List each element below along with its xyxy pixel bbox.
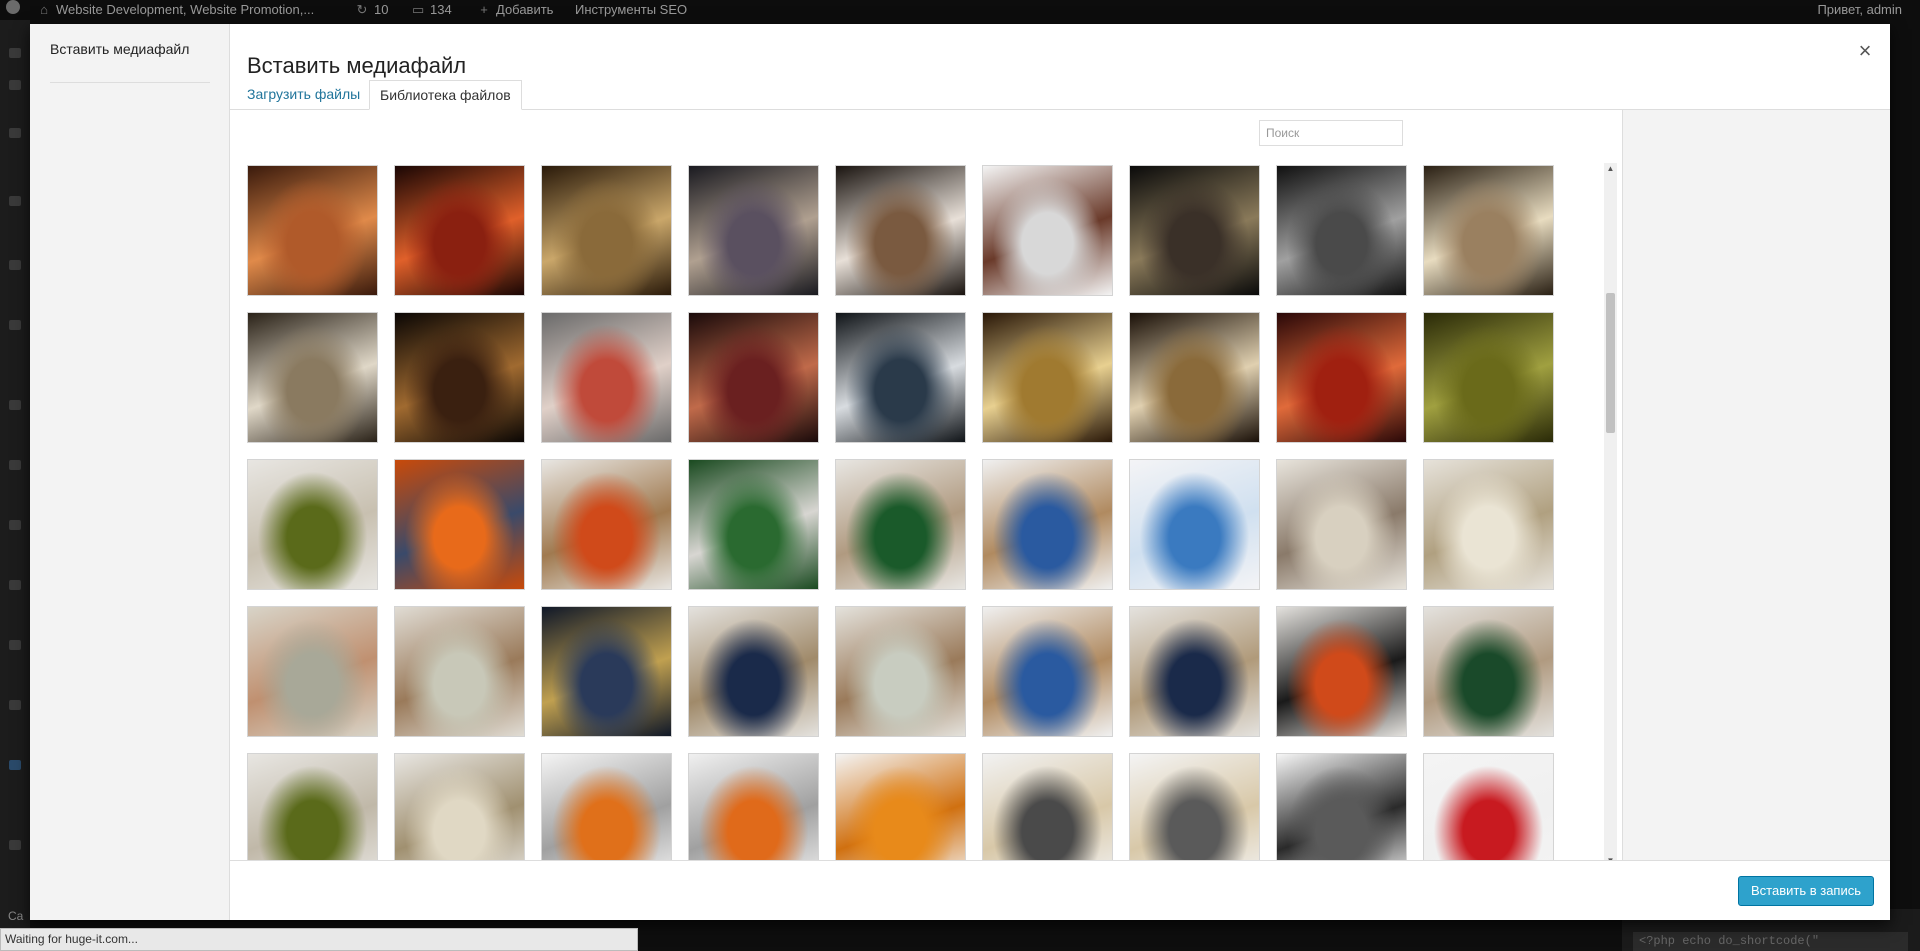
menu-icon xyxy=(9,700,21,710)
attachment-thumbnail[interactable] xyxy=(982,459,1113,590)
seo-tools-label: Инструменты SEO xyxy=(575,2,688,17)
attachment-thumbnail[interactable] xyxy=(1129,459,1260,590)
attachment-thumbnail[interactable] xyxy=(541,606,672,737)
comments-count: 134 xyxy=(430,2,452,17)
menu-separator xyxy=(50,82,210,83)
account-link[interactable]: Привет, admin xyxy=(1817,0,1902,20)
modal-footer-toolbar: Вставить в запись xyxy=(230,860,1890,920)
attachment-thumbnail[interactable] xyxy=(1276,459,1407,590)
updates-link[interactable]: ↻ 10 xyxy=(356,0,389,20)
attachment-thumbnail[interactable] xyxy=(688,606,819,737)
attachment-thumbnail[interactable] xyxy=(1276,753,1407,865)
menu-icon xyxy=(9,80,21,90)
attachment-thumbnail[interactable] xyxy=(541,753,672,865)
attachment-thumbnail[interactable] xyxy=(1129,312,1260,443)
attachment-thumbnail[interactable] xyxy=(247,165,378,296)
menu-icon xyxy=(9,320,21,330)
menu-icon xyxy=(9,520,21,530)
attachment-thumbnail[interactable] xyxy=(394,312,525,443)
updates-count: 10 xyxy=(374,2,389,17)
dashboard-icon xyxy=(9,48,21,58)
admin-bar: ⌂ Website Development, Website Promotion… xyxy=(0,0,1920,20)
attachment-thumbnail[interactable] xyxy=(541,459,672,590)
attachment-thumbnail[interactable] xyxy=(688,459,819,590)
attachment-thumbnail[interactable] xyxy=(1276,165,1407,296)
attachment-thumbnail[interactable] xyxy=(247,753,378,865)
attachment-thumbnail[interactable] xyxy=(835,165,966,296)
attachment-thumbnail[interactable] xyxy=(835,753,966,865)
attachment-thumbnail[interactable] xyxy=(541,165,672,296)
attachment-thumbnail[interactable] xyxy=(247,606,378,737)
menu-icon xyxy=(9,260,21,270)
tab-upload-files[interactable]: Загрузить файлы xyxy=(237,80,370,108)
attachments-toolbar xyxy=(230,110,1620,166)
scroll-up-icon[interactable]: ▲ xyxy=(1604,163,1617,175)
attachment-thumbnail[interactable] xyxy=(1423,312,1554,443)
media-modal: Вставить медиафайл Вставить медиафайл × … xyxy=(30,24,1890,920)
attachment-thumbnail[interactable] xyxy=(394,753,525,865)
attachment-thumbnail[interactable] xyxy=(688,312,819,443)
plus-icon: + xyxy=(480,2,488,17)
scroll-thumb[interactable] xyxy=(1606,293,1615,433)
menu-icon xyxy=(9,640,21,650)
attachment-thumbnail[interactable] xyxy=(688,165,819,296)
attachment-thumbnail[interactable] xyxy=(1129,753,1260,865)
attachment-thumbnail[interactable] xyxy=(1423,753,1554,865)
attachment-thumbnail[interactable] xyxy=(982,165,1113,296)
attachment-thumbnail[interactable] xyxy=(1423,459,1554,590)
comments-link[interactable]: ▭ 134 xyxy=(412,0,452,20)
attachments-scrollbar[interactable]: ▲ ▼ xyxy=(1604,163,1617,867)
menu-icon xyxy=(9,460,21,470)
attachment-thumbnail[interactable] xyxy=(982,753,1113,865)
menu-icon xyxy=(9,400,21,410)
attachment-thumbnail[interactable] xyxy=(394,165,525,296)
router-tabs: Загрузить файлы Библиотека файлов xyxy=(230,74,1890,110)
seo-tools-link[interactable]: Инструменты SEO xyxy=(575,0,687,20)
attachment-thumbnail[interactable] xyxy=(247,312,378,443)
attachment-thumbnail[interactable] xyxy=(1276,606,1407,737)
attachment-thumbnail[interactable] xyxy=(1129,165,1260,296)
browser-status-bar: Waiting for huge-it.com... xyxy=(0,928,638,951)
attachment-thumbnail[interactable] xyxy=(835,606,966,737)
menu-icon xyxy=(9,840,21,850)
media-menu: Вставить медиафайл xyxy=(30,24,230,920)
menu-item-insert-media[interactable]: Вставить медиафайл xyxy=(50,41,189,57)
admin-menu-background xyxy=(0,20,30,951)
add-new-label: Добавить xyxy=(496,2,554,17)
insert-into-post-button[interactable]: Вставить в запись xyxy=(1738,876,1874,906)
updates-icon: ↻ xyxy=(356,2,368,17)
attachment-thumbnail[interactable] xyxy=(541,312,672,443)
attachment-thumbnail[interactable] xyxy=(1423,165,1554,296)
greeting: Привет, admin xyxy=(1817,2,1902,17)
menu-icon xyxy=(9,580,21,590)
menu-icon xyxy=(9,760,21,770)
attachment-thumbnail[interactable] xyxy=(1276,312,1407,443)
comments-icon: ▭ xyxy=(412,2,425,17)
background-text: Ca xyxy=(8,909,24,923)
attachment-details-sidebar xyxy=(1622,110,1890,880)
tab-media-library[interactable]: Библиотека файлов xyxy=(369,80,522,110)
attachment-thumbnail[interactable] xyxy=(982,312,1113,443)
attachment-thumbnail[interactable] xyxy=(247,459,378,590)
attachment-thumbnail[interactable] xyxy=(835,459,966,590)
background-code-snippet: <?php echo do_shortcode(" xyxy=(1633,932,1908,951)
wordpress-logo-icon[interactable] xyxy=(6,0,20,14)
attachments-grid xyxy=(247,165,1587,865)
attachment-thumbnail[interactable] xyxy=(394,606,525,737)
attachment-thumbnail[interactable] xyxy=(394,459,525,590)
menu-icon xyxy=(9,196,21,206)
home-icon: ⌂ xyxy=(40,2,48,17)
search-input[interactable] xyxy=(1259,120,1403,146)
close-icon[interactable]: × xyxy=(1850,36,1880,66)
attachment-thumbnail[interactable] xyxy=(1129,606,1260,737)
attachment-thumbnail[interactable] xyxy=(688,753,819,865)
attachment-thumbnail[interactable] xyxy=(1423,606,1554,737)
site-name: Website Development, Website Promotion,.… xyxy=(56,2,315,17)
new-content-link[interactable]: + Добавить xyxy=(478,0,553,20)
attachment-thumbnail[interactable] xyxy=(835,312,966,443)
site-name-link[interactable]: ⌂ Website Development, Website Promotion… xyxy=(38,0,314,20)
attachment-thumbnail[interactable] xyxy=(982,606,1113,737)
menu-icon xyxy=(9,128,21,138)
